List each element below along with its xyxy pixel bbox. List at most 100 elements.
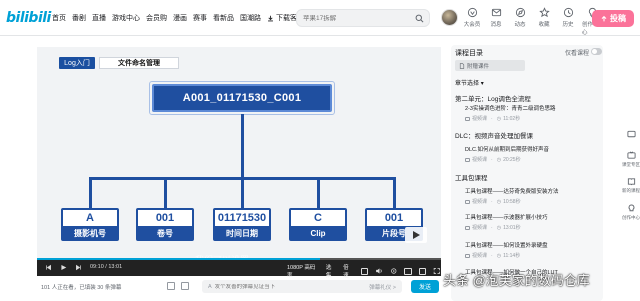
rail-classroom-label: 课堂专区 — [622, 162, 640, 167]
history-button[interactable]: 历史 — [558, 7, 578, 36]
dynamics-label: 动态 — [514, 22, 526, 28]
quality-selector[interactable]: 1080P 高码率 — [287, 263, 319, 279]
course-only-toggle[interactable] — [591, 48, 602, 55]
episode-selector[interactable]: 选集 — [326, 263, 336, 279]
nav-esports[interactable]: 赛事 — [193, 13, 207, 23]
tree-branch-line — [241, 177, 244, 209]
favorites-button[interactable]: 收藏 — [534, 7, 554, 36]
video-frame[interactable]: Log入门 文件命名管理 A001_01171530_C001 A 摄影机号 0… — [37, 47, 441, 258]
vip-button[interactable]: 大会员 — [462, 7, 482, 36]
video-icon — [465, 157, 470, 162]
danmaku-bar: 101 人正在看，已填装 30 条弹幕 A 弹幕礼仪 > 发送 — [37, 280, 441, 294]
vip-icon — [467, 7, 477, 18]
danmaku-input[interactable] — [214, 283, 335, 290]
resume-play-button[interactable] — [405, 227, 427, 243]
root-filename-box: A001_01171530_C001 — [149, 81, 335, 115]
message-icon — [491, 8, 501, 17]
bulb-icon — [628, 204, 634, 211]
rail-new-course-button[interactable]: 新的课程 — [622, 177, 640, 193]
video-icon — [465, 225, 470, 230]
danmaku-settings-icon[interactable] — [181, 282, 189, 290]
lesson-item[interactable]: DLC.如何从前期到后期获得好声音 视频课 · ◷ 20:25秒 — [465, 145, 601, 163]
lesson-title: 工具包课程——示波器扩展小技巧 — [465, 215, 548, 221]
bilibili-logo[interactable]: bilibili — [6, 10, 51, 26]
pip-icon[interactable] — [404, 267, 412, 275]
vip-label: 大会员 — [463, 22, 481, 28]
viewer-count: 101 人正在看，已填装 30 条弹幕 — [41, 285, 122, 291]
search-icon[interactable] — [415, 14, 424, 23]
lesson-item[interactable]: 工具包课程——示波器扩展小技巧 视频课 · ◷ 13:01秒 — [465, 213, 601, 231]
course-catalog-panel: 课程目录 仅看课程 附赠课件 章节选择 ▾ 第二单元：Log调色全流程 2-3实… — [451, 45, 603, 301]
font-style-icon[interactable]: A — [208, 284, 212, 290]
search-input[interactable] — [303, 14, 413, 22]
progress-fill — [37, 258, 320, 260]
lesson-type: 视频课 — [472, 253, 488, 259]
tv-icon — [626, 151, 636, 159]
next-icon[interactable] — [75, 264, 82, 271]
node-label: 卷号 — [138, 226, 192, 239]
fullscreen-icon[interactable] — [433, 267, 441, 275]
history-label: 历史 — [562, 22, 574, 28]
rail-new-course-label: 新的课程 — [622, 188, 640, 194]
settings-icon[interactable] — [390, 267, 398, 275]
nav-manga[interactable]: 漫画 — [173, 13, 187, 23]
nav-game-center[interactable]: 游戏中心 — [112, 13, 140, 23]
dynamics-button[interactable]: 动态 — [510, 7, 530, 36]
rail-chat-button[interactable] — [626, 130, 636, 141]
progress-bar[interactable] — [37, 258, 441, 260]
time-display: 09:10 / 13:01 — [90, 264, 123, 270]
book-icon — [627, 178, 635, 186]
messages-label: 消息 — [490, 22, 502, 28]
chapter-selector-label: 章节选择 — [455, 81, 480, 87]
nav-new-products[interactable]: 看新品 — [213, 13, 234, 23]
node-value: A — [86, 212, 94, 224]
lesson-duration: 13:01秒 — [503, 225, 521, 231]
prev-icon[interactable] — [45, 264, 52, 271]
lesson-item[interactable]: 工具包课程——如何设置外录硬盘 视频课 · ◷ 11:14秒 — [465, 241, 601, 259]
lesson-title: DLC.如何从前期到后期获得好声音 — [465, 147, 550, 153]
tree-trunk-line — [241, 114, 244, 179]
lesson-type: 视频课 — [472, 199, 488, 205]
nav-anime[interactable]: 番剧 — [72, 13, 86, 23]
danmaku-toggle-icon[interactable] — [167, 282, 175, 290]
section-title: 工具包课程 — [455, 175, 488, 182]
video-player[interactable]: Log入门 文件命名管理 A001_01171530_C001 A 摄影机号 0… — [37, 47, 441, 279]
tree-branch-line — [89, 177, 92, 209]
danmaku-etiquette-link[interactable]: 弹幕礼仪 > — [369, 283, 396, 291]
clock-icon: ◷ — [496, 198, 502, 205]
nav-home[interactable]: 首页 — [52, 13, 66, 23]
messages-button[interactable]: 消息 — [486, 7, 506, 36]
nav-mall[interactable]: 会员购 — [146, 13, 167, 23]
upload-button[interactable]: 投稿 — [592, 10, 634, 27]
lesson-item[interactable]: 工具包课程——达芬奇免费版安装方法 视频课 · ◷ 10:58秒 — [465, 187, 601, 205]
favorites-label: 收藏 — [538, 22, 550, 28]
tree-branch-line — [164, 177, 167, 209]
lesson-item[interactable]: 2-3实操调色进阶：青青二级调色思路 视频课 · ◷ 11:02秒 — [465, 104, 601, 122]
user-avatar[interactable] — [441, 9, 458, 26]
tree-branch-line — [393, 177, 396, 209]
lesson-type: 视频课 — [472, 116, 488, 122]
tree-branch-line — [317, 177, 320, 209]
rail-creator-button[interactable]: 创作中心 — [622, 204, 640, 220]
node-value: 001 — [155, 212, 175, 224]
widescreen-icon[interactable] — [418, 267, 427, 275]
course-only-label: 仅看课程 — [565, 51, 590, 57]
nav-guochao[interactable]: 国潮路 — [240, 13, 261, 23]
speed-selector[interactable]: 倍速 — [343, 263, 353, 279]
subtitle-icon[interactable] — [360, 267, 369, 275]
volume-icon[interactable] — [375, 267, 383, 275]
play-icon[interactable] — [60, 264, 67, 271]
send-danmaku-button[interactable]: 发送 — [411, 280, 439, 293]
log-intro-tag: Log入门 — [59, 57, 95, 69]
rail-classroom-button[interactable]: 课堂专区 — [622, 151, 640, 167]
node-value: 01171530 — [217, 212, 267, 224]
player-controls: 09:10 / 13:01 1080P 高码率 选集 倍速 — [37, 258, 441, 279]
video-icon — [465, 116, 470, 121]
chapter-selector[interactable]: 章节选择 ▾ — [455, 78, 484, 87]
nav-live[interactable]: 直播 — [92, 13, 106, 23]
lesson-title: 工具包课程——达芬奇免费版安装方法 — [465, 189, 559, 195]
lesson-type: 视频课 — [472, 225, 488, 231]
attachment-button[interactable]: 附赠课件 — [455, 60, 525, 71]
clock-icon — [563, 7, 573, 18]
compass-icon — [515, 7, 525, 18]
